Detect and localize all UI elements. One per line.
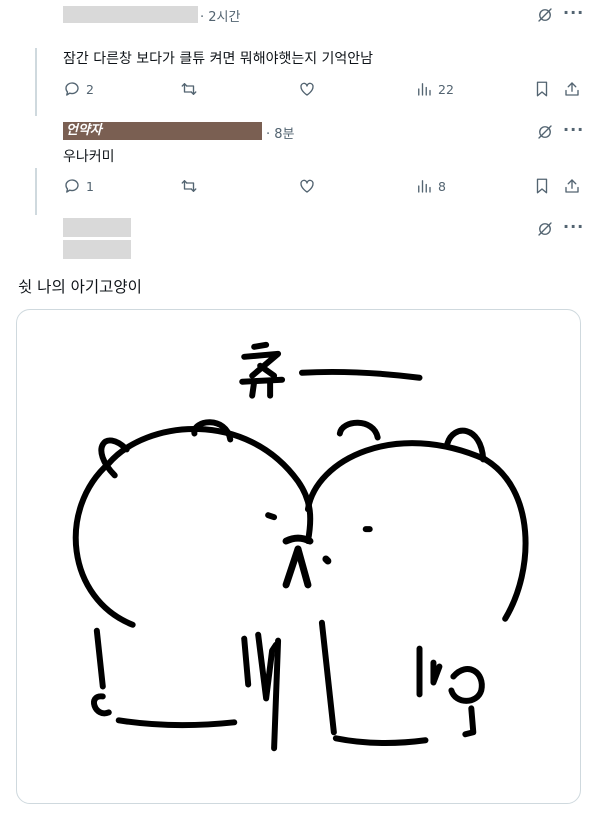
more-icon[interactable]: ···: [563, 120, 584, 139]
retweet-icon[interactable]: [180, 80, 198, 98]
bookmark-icon[interactable]: [533, 80, 551, 98]
reply-timestamp[interactable]: · 2시간: [200, 6, 240, 25]
views-icon[interactable]: [415, 80, 433, 98]
reply-icon[interactable]: [63, 80, 81, 98]
thread-line-2: [35, 168, 37, 215]
reply-text: 우나커미: [63, 149, 115, 165]
reply-count: 1: [86, 179, 94, 194]
share-icon[interactable]: [563, 177, 581, 195]
views-count: 8: [438, 179, 446, 194]
bear-drawing: [72, 341, 529, 752]
views-count: 22: [438, 82, 454, 97]
right-bear: [304, 419, 529, 746]
like-icon[interactable]: [298, 80, 316, 98]
grok-icon[interactable]: [536, 220, 554, 238]
more-icon[interactable]: ···: [563, 3, 584, 22]
reply-count: 2: [86, 82, 94, 97]
reply-timestamp[interactable]: · 8분: [266, 123, 295, 142]
views-icon[interactable]: [415, 177, 433, 195]
drawn-text-chu: [239, 341, 423, 399]
left-bear: [72, 419, 314, 752]
grok-icon[interactable]: [536, 6, 554, 24]
redacted-username: [63, 6, 198, 23]
reply-icon[interactable]: [63, 177, 81, 195]
tweet-text: 쉿 나의 아기고양이: [18, 278, 142, 296]
redacted-handle: [63, 240, 131, 259]
reply-text: 잠간 다른창 보다가 클튜 켜면 뭐해야햇는지 기억안남: [63, 51, 374, 67]
more-icon[interactable]: ···: [563, 217, 584, 236]
bear-nose-mouth: [282, 534, 332, 589]
thread-line-1: [35, 48, 37, 116]
share-icon[interactable]: [563, 80, 581, 98]
author-name[interactable]: 언약자: [63, 122, 262, 140]
retweet-icon[interactable]: [180, 177, 198, 195]
bookmark-icon[interactable]: [533, 177, 551, 195]
tweet-media-image[interactable]: [16, 309, 581, 804]
grok-icon[interactable]: [536, 123, 554, 141]
redacted-display-name: [63, 218, 131, 237]
like-icon[interactable]: [298, 177, 316, 195]
